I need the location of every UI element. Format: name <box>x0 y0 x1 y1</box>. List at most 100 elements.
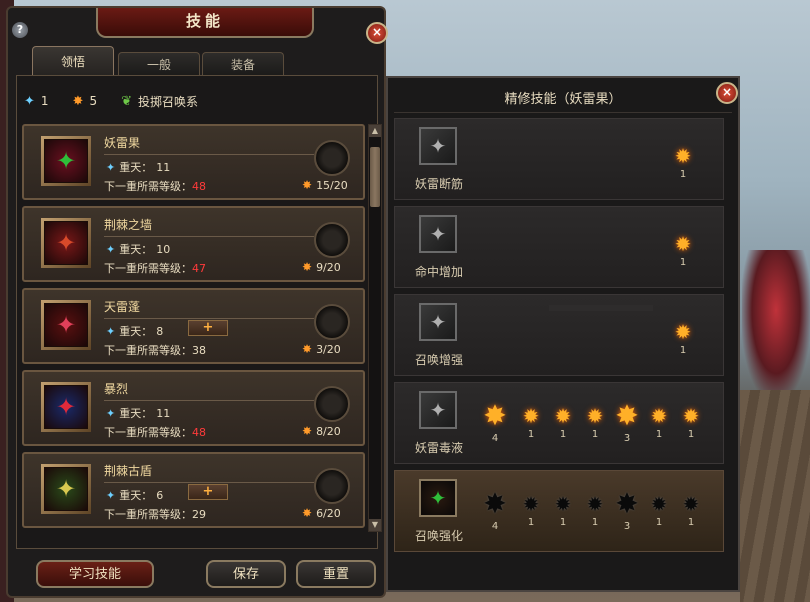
skill-list-scrollbar[interactable]: ▲ ▼ <box>368 124 382 532</box>
refine-row[interactable]: ✦ 召唤增强 ✹ 1 <box>394 294 724 376</box>
skill-divider <box>104 154 314 155</box>
skill-icon-frame[interactable]: ✦ <box>41 382 91 432</box>
refine-row[interactable]: ✦ 妖雷毒液 ✸ 4 ✹ 1 ✹ 1 ✹ 1 ✸ 3 ✹ 1 ✹ 1 <box>394 382 724 464</box>
skill-slot[interactable] <box>314 386 350 422</box>
star-count: 1 <box>527 429 535 440</box>
star-icon: ✹ <box>674 232 692 256</box>
star-count: 1 <box>687 429 695 440</box>
skill-icon-frame[interactable]: ✦ <box>41 218 91 268</box>
reset-button[interactable]: 重置 <box>296 560 376 588</box>
scroll-thumb[interactable] <box>370 147 380 207</box>
orange-point-count: 5 <box>89 94 98 108</box>
skill-name: 荆棘之墙 <box>104 218 153 232</box>
skill-cost: ✸ 15/20 <box>302 178 348 192</box>
refine-star[interactable]: ✹ 1 <box>583 493 607 528</box>
save-button[interactable]: 保存 <box>206 560 286 588</box>
skill-icon-frame[interactable]: ✦ <box>41 136 91 186</box>
scroll-down-icon[interactable]: ▼ <box>369 519 381 531</box>
background-deck <box>740 390 810 602</box>
star-count: 1 <box>527 517 535 528</box>
skill-name: 天雷蓬 <box>104 300 141 314</box>
star-count: 1 <box>559 429 567 440</box>
blue-star-icon: ✦ <box>106 488 116 502</box>
resource-bar: ✦ 1 ✸ 5 ❦ 投掷召唤系 <box>24 90 198 112</box>
refine-divider <box>394 112 732 113</box>
refine-star[interactable]: ✸ 4 <box>483 401 507 445</box>
orange-star-icon: ✸ <box>72 93 84 109</box>
tier-prefix: 重天： <box>119 243 153 256</box>
skill-item[interactable]: ✦ 天雷蓬 ✦ 重天： 8 + 下一重所需等级：38 ✸ 3/20 <box>22 288 365 364</box>
refine-star[interactable]: ✹ 1 <box>647 493 671 528</box>
orange-star-icon: ✸ <box>302 260 313 274</box>
skill-icon-frame[interactable]: ✦ <box>41 464 91 514</box>
refine-skill-icon[interactable]: ✦ <box>419 303 457 341</box>
blue-star-icon: ✦ <box>24 93 35 109</box>
star-icon: ✹ <box>650 492 668 516</box>
refine-star[interactable]: ✸ 3 <box>615 489 639 533</box>
refine-star[interactable]: ✸ 4 <box>483 487 507 533</box>
star-count: 3 <box>623 521 631 532</box>
refine-star[interactable]: ✹ 1 <box>519 493 543 528</box>
refine-star[interactable]: ✹ 1 <box>551 405 575 440</box>
tier-value: 11 <box>156 406 171 420</box>
tab-equipment[interactable]: 装备 <box>202 52 284 77</box>
refine-star[interactable]: ✹ 1 <box>679 493 703 528</box>
refine-row[interactable]: ✦ 妖雷断筋 ✹ 1 <box>394 118 724 200</box>
tab-comprehend[interactable]: 领悟 <box>32 46 114 77</box>
blue-star-icon: ✦ <box>106 160 116 174</box>
refine-skill-icon[interactable]: ✦ <box>419 391 457 429</box>
skill-item[interactable]: ✦ 荆棘之墙 ✦ 重天： 10 下一重所需等级：47 ✸ 9/20 <box>22 206 365 282</box>
star-icon: ✹ <box>586 404 604 428</box>
refine-row[interactable]: ✦ 命中增加 ✹ 1 <box>394 206 724 288</box>
refine-star[interactable]: ✸ 3 <box>615 399 639 445</box>
refine-star[interactable]: ✹ 1 <box>671 233 695 268</box>
upgrade-plus-button[interactable]: + <box>188 484 228 500</box>
star-icon: ✸ <box>483 487 507 520</box>
skill-cost: ✸ 9/20 <box>302 260 341 274</box>
refine-star[interactable]: ✹ 1 <box>647 405 671 440</box>
refine-skill-name: 妖雷断筋 <box>414 177 463 191</box>
skill-slot[interactable] <box>314 304 350 340</box>
skill-window: ? 技能 × 领悟 一般 装备 ✦ 1 ✸ 5 ❦ 投掷召唤系 ✦ 妖雷果 ✦ 重天：… <box>6 6 388 598</box>
star-icon: ✹ <box>522 404 540 428</box>
star-icon: ✹ <box>682 492 700 516</box>
star-count: 4 <box>491 433 499 444</box>
skill-slot[interactable] <box>314 222 350 258</box>
refine-skill-icon[interactable]: ✦ <box>419 127 457 165</box>
refine-star[interactable]: ✹ 1 <box>519 405 543 440</box>
tier-value: 10 <box>156 242 171 256</box>
refine-skill-icon[interactable]: ✦ <box>419 479 457 517</box>
skill-item[interactable]: ✦ 荆棘古盾 ✦ 重天： 6 + 下一重所需等级：29 ✸ 6/20 <box>22 452 365 528</box>
refine-star[interactable]: ✹ 1 <box>679 405 703 440</box>
help-icon[interactable]: ? <box>12 22 28 38</box>
tier-prefix: 重天： <box>119 489 153 502</box>
skill-name: 暴烈 <box>104 382 129 396</box>
refine-star[interactable]: ✹ 1 <box>583 405 607 440</box>
refine-close-icon[interactable]: × <box>716 82 738 104</box>
refine-skill-name: 妖雷毒液 <box>414 441 463 455</box>
refine-skill-name: 召唤强化 <box>414 529 463 543</box>
star-icon: ✹ <box>554 492 572 516</box>
skill-divider <box>104 400 314 401</box>
close-icon[interactable]: × <box>366 22 388 44</box>
refine-row[interactable]: ✦ 召唤强化 ✸ 4 ✹ 1 ✹ 1 ✹ 1 ✸ 3 ✹ 1 ✹ 1 <box>394 470 724 552</box>
scroll-up-icon[interactable]: ▲ <box>369 125 381 137</box>
refine-star[interactable]: ✹ 1 <box>551 493 575 528</box>
refine-skill-icon[interactable]: ✦ <box>419 215 457 253</box>
skill-slot[interactable] <box>314 468 350 504</box>
star-icon: ✸ <box>615 399 639 432</box>
skill-item[interactable]: ✦ 妖雷果 ✦ 重天： 11 下一重所需等级：48 ✸ 15/20 <box>22 124 365 200</box>
learn-skill-button[interactable]: 学习技能 <box>36 560 154 588</box>
orange-star-icon: ✸ <box>302 178 313 192</box>
refine-star[interactable]: ✹ 1 <box>671 321 695 356</box>
skill-tier: ✦ 重天： 10 <box>106 241 170 257</box>
skill-name: 妖雷果 <box>104 136 141 150</box>
tab-general[interactable]: 一般 <box>118 52 200 77</box>
star-count: 1 <box>679 169 687 180</box>
cost-value: 8/20 <box>316 424 341 438</box>
skill-icon-frame[interactable]: ✦ <box>41 300 91 350</box>
skill-slot[interactable] <box>314 140 350 176</box>
refine-star[interactable]: ✹ 1 <box>671 145 695 180</box>
upgrade-plus-button[interactable]: + <box>188 320 228 336</box>
skill-item[interactable]: ✦ 暴烈 ✦ 重天： 11 下一重所需等级：48 ✸ 8/20 <box>22 370 365 446</box>
